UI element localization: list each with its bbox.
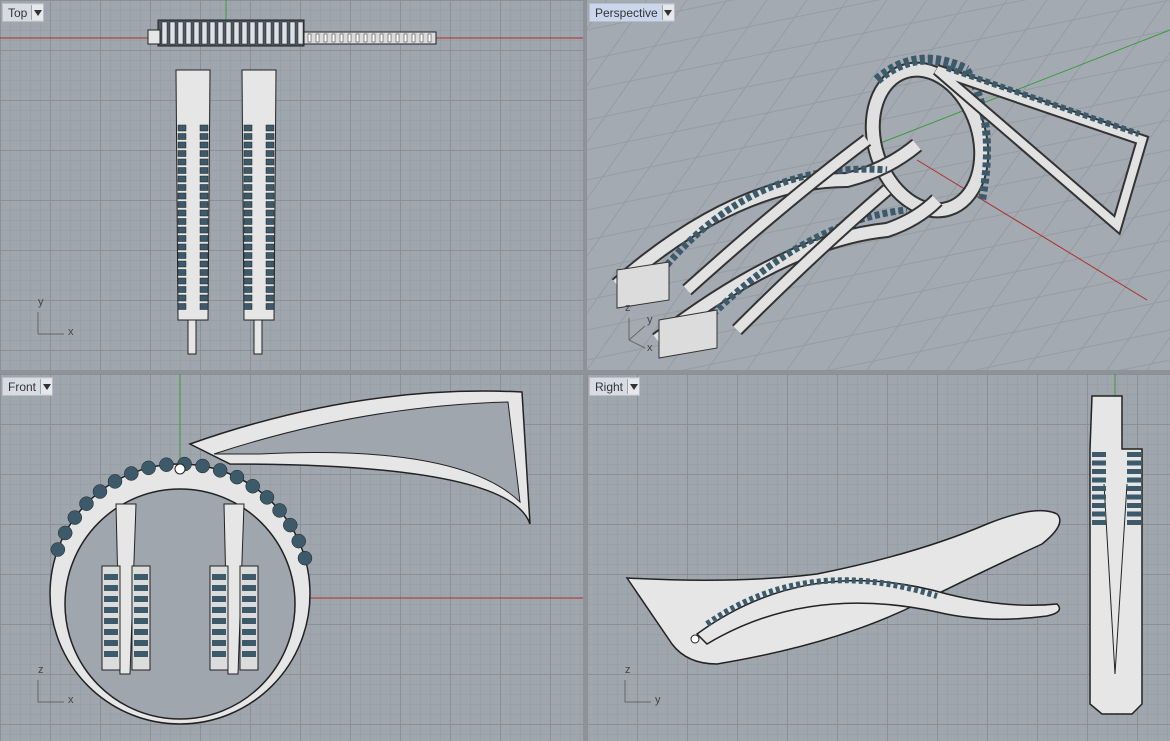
axis-label-y: y: [655, 694, 661, 706]
viewport-tab-top[interactable]: Top: [2, 3, 45, 22]
viewport-title: Top: [8, 5, 28, 20]
viewport-title: Perspective: [595, 5, 658, 20]
viewport-title: Right: [595, 379, 624, 394]
chevron-down-icon[interactable]: [627, 379, 640, 394]
axis-label-x: x: [68, 326, 74, 338]
viewport-right[interactable]: Right y z: [587, 374, 1170, 741]
chevron-down-icon[interactable]: [661, 5, 674, 20]
axis-triad-perspective: [628, 318, 646, 349]
axis-label-z: z: [625, 302, 631, 314]
viewport-tab-right[interactable]: Right: [589, 377, 641, 396]
axis-triad-top: [37, 312, 64, 335]
viewport-perspective[interactable]: Perspective x y z: [587, 0, 1170, 370]
axis-label-z: z: [625, 664, 631, 676]
viewport-tab-perspective[interactable]: Perspective: [589, 3, 675, 22]
viewport-tab-front[interactable]: Front: [2, 377, 54, 396]
chevron-down-icon[interactable]: [40, 379, 53, 394]
chevron-down-icon[interactable]: [31, 5, 44, 20]
axis-label-x: x: [647, 342, 653, 354]
axis-triad-front: [37, 680, 64, 703]
axis-label-y: y: [647, 314, 653, 326]
axis-label-y: y: [38, 296, 44, 308]
axis-label-x: x: [68, 694, 74, 706]
axis-label-z: z: [38, 664, 44, 676]
viewport-front[interactable]: Front x z: [0, 374, 583, 741]
axis-triad-right: [624, 680, 651, 703]
viewport-title: Front: [8, 379, 37, 394]
viewport-top[interactable]: Top x y: [0, 0, 583, 370]
